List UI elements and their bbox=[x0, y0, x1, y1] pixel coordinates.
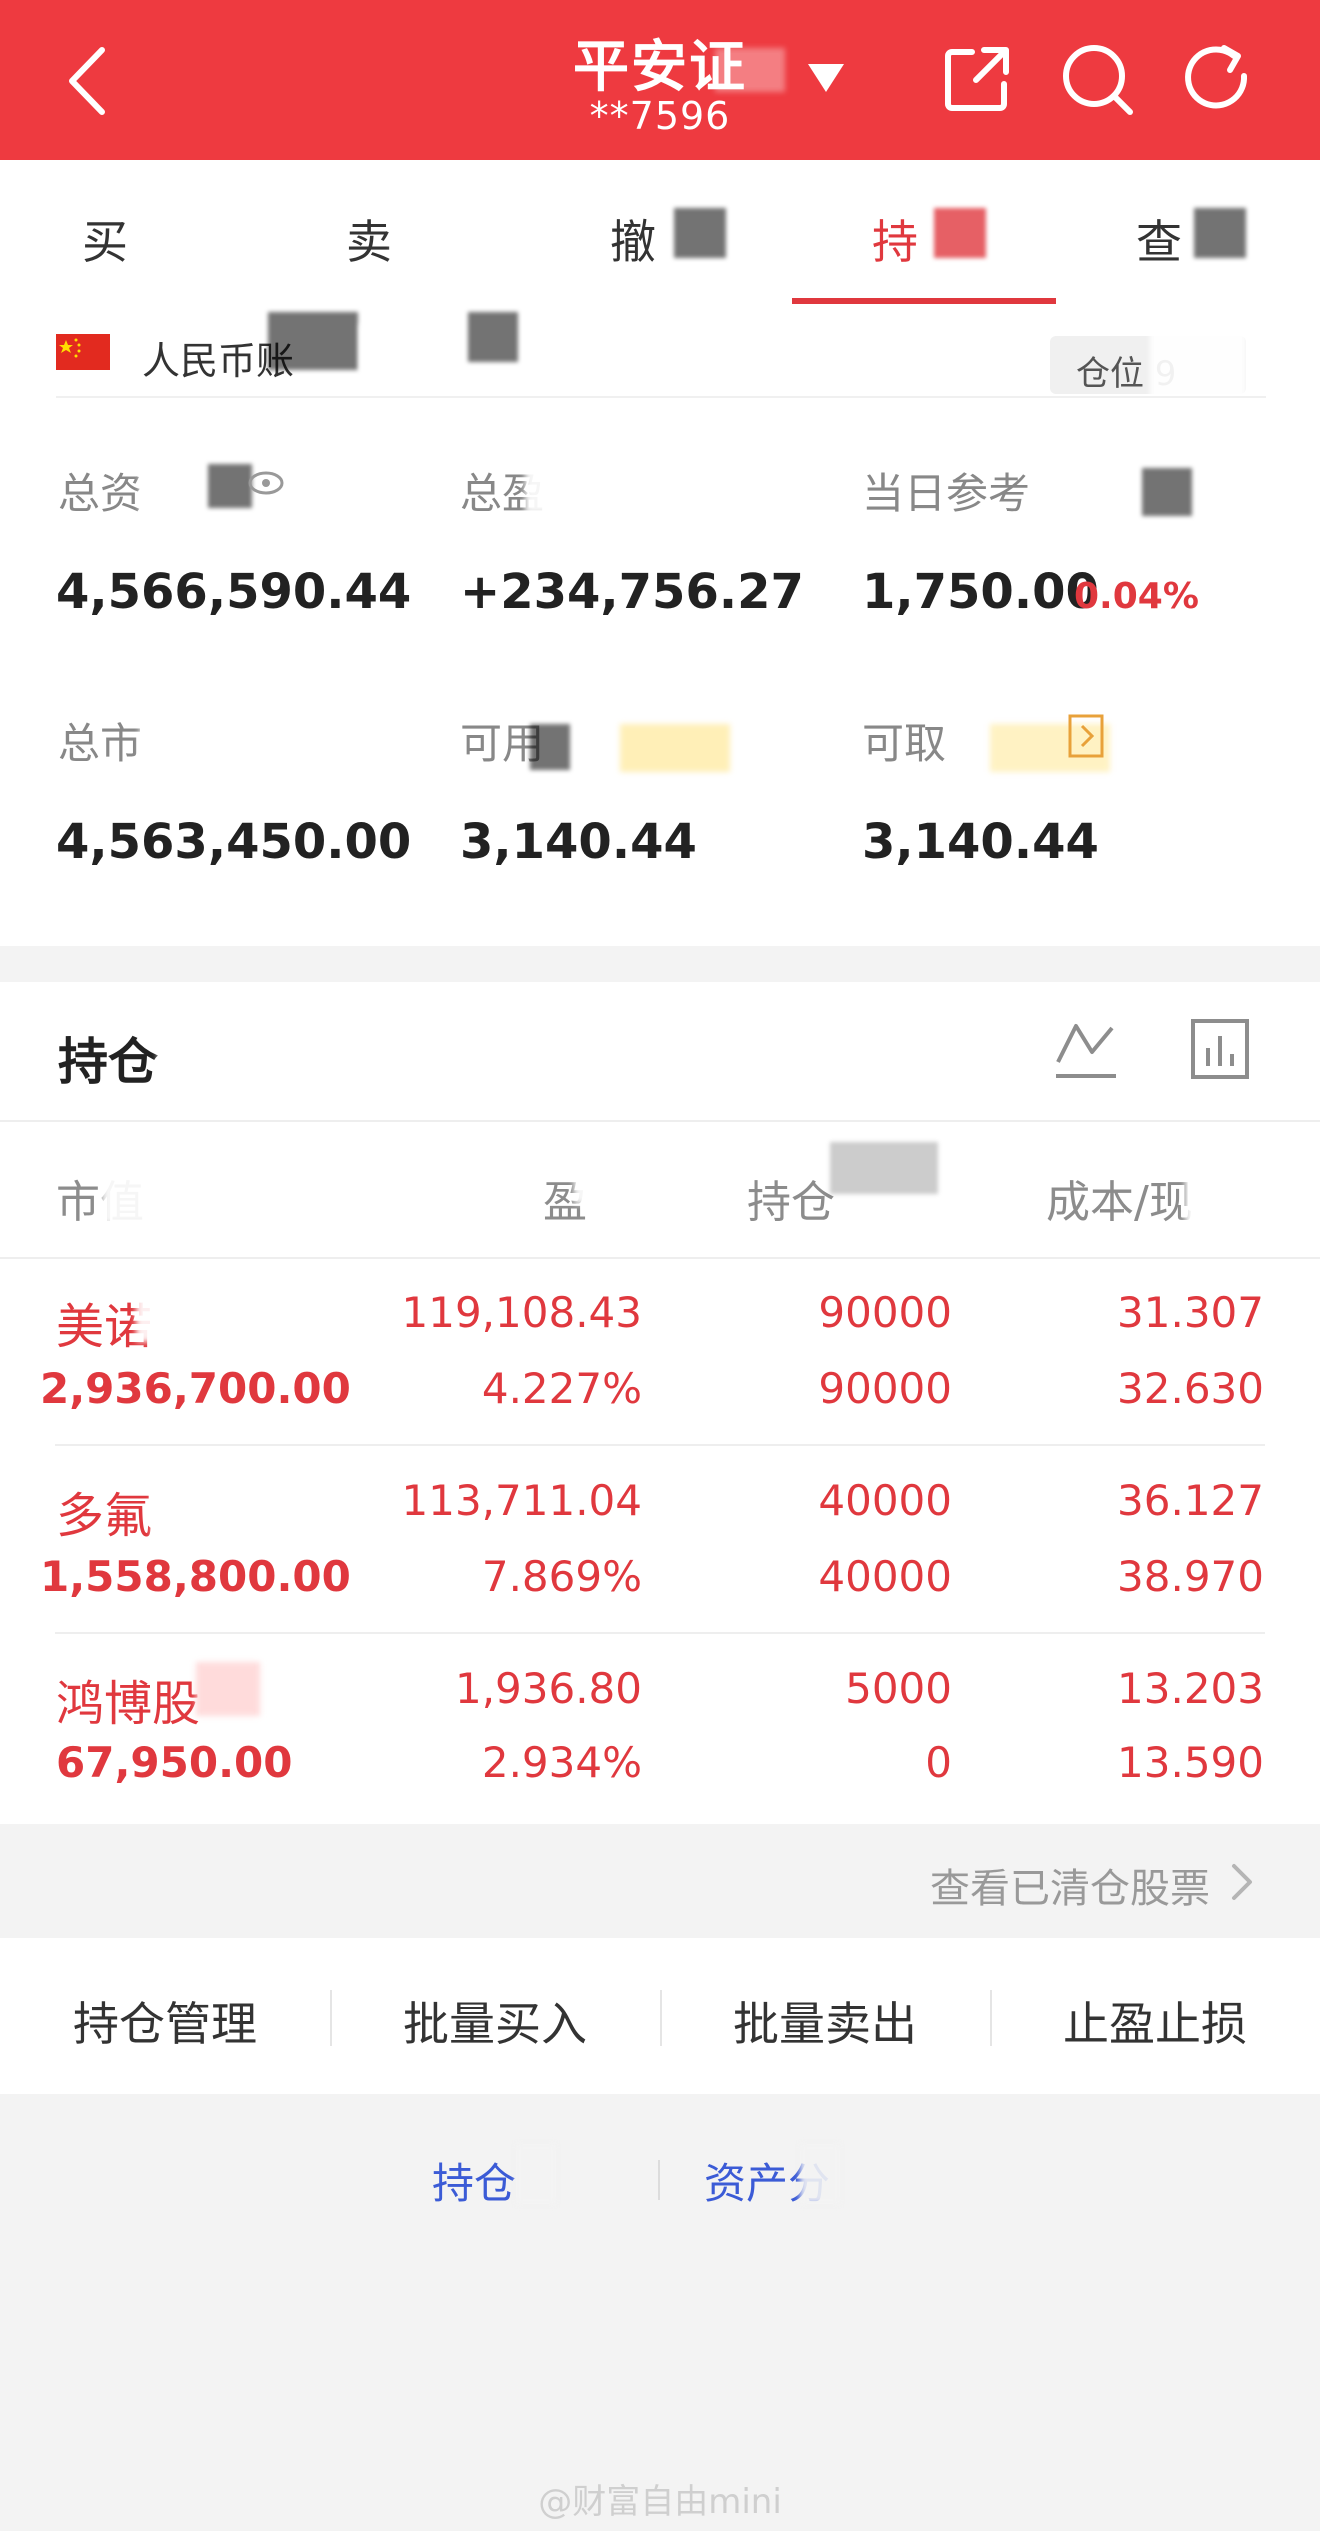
tab-cancel[interactable]: 撤 bbox=[610, 206, 656, 272]
available-funds-value: 3,140.44 bbox=[460, 814, 697, 870]
holdings-panel: 持仓 市值 盈 持仓 成本/现 美诺 2,936,700.00 119,108.… bbox=[0, 982, 1320, 1824]
divider bbox=[55, 1632, 1265, 1634]
stock-available: 0 bbox=[925, 1738, 952, 1787]
stock-pnl-percent: 2.934% bbox=[481, 1738, 642, 1787]
redaction-blur bbox=[1142, 468, 1192, 516]
stock-pnl: 119,108.43 bbox=[401, 1288, 642, 1337]
bar-chart-icon[interactable] bbox=[1190, 1018, 1250, 1080]
stock-pnl-percent: 4.227% bbox=[481, 1364, 642, 1413]
stock-pnl: 1,936.80 bbox=[454, 1664, 642, 1713]
redaction-blur bbox=[140, 706, 200, 766]
redaction-blur bbox=[268, 312, 358, 370]
account-summary: 人民币账 仓位 9 总资 4,566,590.44 总盈 +234,756.27… bbox=[0, 304, 1320, 946]
chevron-right-icon[interactable] bbox=[1228, 1860, 1256, 1904]
total-assets-value: 4,566,590.44 bbox=[56, 564, 412, 620]
stock-price: 13.590 bbox=[1117, 1738, 1264, 1787]
stock-name: 鸿博股 bbox=[56, 1676, 201, 1732]
total-assets-label: 总资 bbox=[58, 469, 143, 518]
search-icon[interactable] bbox=[1058, 40, 1138, 120]
batch-sell-button[interactable]: 批量卖出 bbox=[660, 1988, 990, 2054]
redaction-blur bbox=[1185, 1144, 1265, 1224]
total-pnl-value: +234,756.27 bbox=[460, 564, 804, 620]
redaction-blur bbox=[140, 454, 210, 514]
redaction-blur bbox=[392, 206, 432, 260]
total-market-value-label: 总市 bbox=[58, 719, 143, 768]
redaction-blur bbox=[1040, 464, 1096, 518]
redaction-blur bbox=[360, 324, 460, 374]
stock-cost: 13.203 bbox=[1117, 1664, 1264, 1713]
daily-reference-percent: 0.04% bbox=[1074, 576, 1199, 617]
stock-quantity: 90000 bbox=[818, 1288, 952, 1337]
divider bbox=[55, 1444, 1265, 1446]
bottom-links: 持仓 资产分 @财富自由mini bbox=[0, 2094, 1320, 2531]
redaction-blur bbox=[468, 312, 518, 362]
stock-market-value: 1,558,800.00 bbox=[40, 1552, 351, 1601]
withdrawable-label: 可取 bbox=[862, 719, 947, 768]
chevron-right-icon[interactable] bbox=[1068, 712, 1106, 760]
redaction-blur bbox=[158, 1012, 248, 1082]
redaction-blur bbox=[196, 1662, 260, 1716]
divider bbox=[658, 2160, 660, 2200]
stock-available: 90000 bbox=[818, 1364, 952, 1413]
stock-quantity: 5000 bbox=[845, 1664, 952, 1713]
total-market-value: 4,563,450.00 bbox=[56, 814, 412, 870]
cleared-stocks-link[interactable]: 查看已清仓股票 bbox=[930, 1856, 1210, 1914]
stock-pnl-percent: 7.869% bbox=[481, 1552, 642, 1601]
cleared-stocks-row[interactable]: 查看已清仓股票 bbox=[0, 1824, 1320, 1936]
redaction-blur bbox=[530, 724, 570, 770]
stock-price: 38.970 bbox=[1117, 1552, 1264, 1601]
refresh-icon[interactable] bbox=[1178, 40, 1258, 120]
take-profit-stop-loss-button[interactable]: 止盈止损 bbox=[990, 1988, 1320, 2054]
trade-tabs: 买 卖 撤 持 查 bbox=[0, 160, 1320, 306]
top-bar: 平安证 **7596 bbox=[0, 0, 1320, 160]
redaction-blur bbox=[152, 1462, 222, 1542]
holdings-analysis-link[interactable]: 持仓 bbox=[432, 2150, 516, 2211]
redaction-blur bbox=[674, 208, 726, 258]
tab-buy[interactable]: 买 bbox=[82, 206, 128, 272]
redaction-blur bbox=[516, 2144, 556, 2204]
column-header-cost-price: 成本/现 bbox=[1046, 1177, 1193, 1228]
redaction-blur bbox=[620, 724, 730, 772]
stock-pnl: 113,711.04 bbox=[401, 1476, 642, 1525]
daily-reference-value: 1,750.00 bbox=[862, 564, 1099, 620]
tab-holdings[interactable]: 持 bbox=[872, 206, 918, 272]
share-icon[interactable] bbox=[942, 44, 1012, 114]
stock-cost: 36.127 bbox=[1117, 1476, 1264, 1525]
redaction-blur bbox=[934, 208, 986, 258]
holdings-title: 持仓 bbox=[58, 1033, 158, 1091]
china-flag-icon bbox=[56, 334, 110, 370]
tab-query[interactable]: 查 bbox=[1136, 206, 1182, 272]
account-dropdown-icon[interactable] bbox=[806, 62, 846, 94]
redaction-blur bbox=[1194, 208, 1246, 258]
eye-icon[interactable] bbox=[248, 470, 284, 496]
stock-name: 多氟 bbox=[56, 1488, 153, 1544]
column-header-position: 持仓 bbox=[747, 1177, 835, 1228]
tab-sell[interactable]: 卖 bbox=[346, 206, 392, 272]
stock-market-value: 2,936,700.00 bbox=[40, 1364, 351, 1413]
redaction-blur bbox=[136, 1282, 206, 1342]
position-management-button[interactable]: 持仓管理 bbox=[0, 1988, 330, 2054]
redaction-blur bbox=[525, 454, 575, 514]
redaction-blur bbox=[715, 48, 785, 92]
stock-cost: 31.307 bbox=[1117, 1288, 1264, 1337]
redaction-blur bbox=[830, 1142, 938, 1194]
batch-buy-button[interactable]: 批量买入 bbox=[330, 1988, 660, 2054]
divider bbox=[56, 396, 1266, 398]
daily-reference-label: 当日参考 bbox=[862, 469, 1031, 518]
withdrawable-value: 3,140.44 bbox=[862, 814, 1099, 870]
redaction-blur bbox=[574, 1144, 624, 1204]
divider bbox=[0, 1120, 1320, 1122]
redaction-blur bbox=[102, 1144, 162, 1224]
stock-market-value: 67,950.00 bbox=[56, 1738, 293, 1787]
redaction-blur bbox=[208, 464, 252, 508]
action-bar: 持仓管理 批量买入 批量卖出 止盈止损 bbox=[0, 1938, 1320, 2094]
redaction-blur bbox=[1150, 318, 1246, 414]
stock-available: 40000 bbox=[818, 1552, 952, 1601]
redaction-blur bbox=[800, 2144, 840, 2204]
watermark-text: @财富自由mini bbox=[538, 2482, 782, 2522]
stock-quantity: 40000 bbox=[818, 1476, 952, 1525]
divider bbox=[0, 1257, 1320, 1259]
stock-price: 32.630 bbox=[1117, 1364, 1264, 1413]
line-chart-icon[interactable] bbox=[1054, 1018, 1118, 1082]
